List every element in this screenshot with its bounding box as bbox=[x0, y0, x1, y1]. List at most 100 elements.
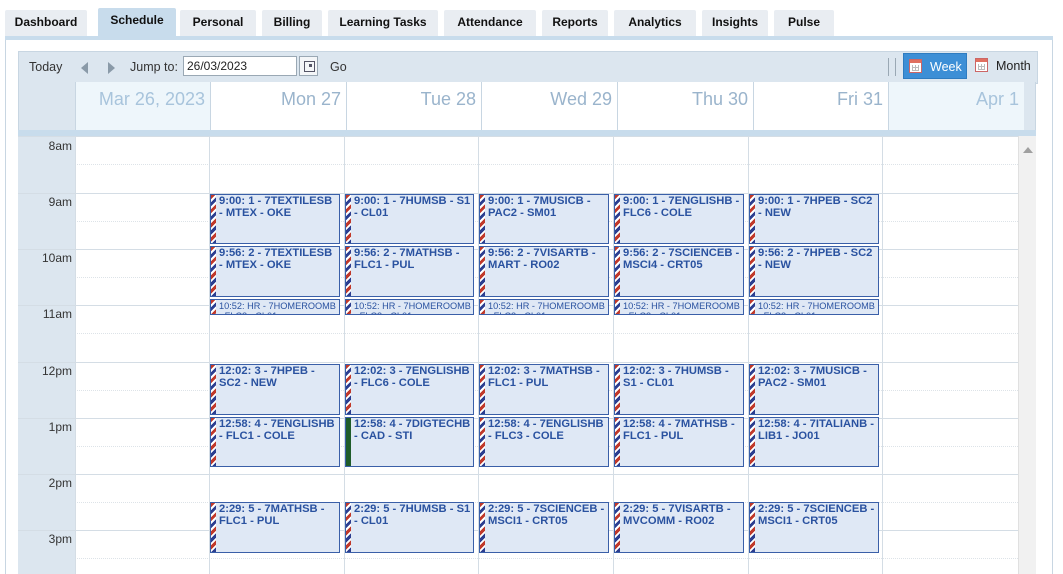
tab-schedule[interactable]: Schedule bbox=[98, 8, 176, 37]
tab-analytics[interactable]: Analytics bbox=[614, 10, 696, 36]
event-label: 2:29: 5 - 7SCIENCEB - MSCI1 - CRT05 bbox=[488, 503, 605, 527]
go-button[interactable]: Go bbox=[330, 52, 347, 83]
week-view-button[interactable]: Week bbox=[903, 53, 967, 79]
event-color-stripe bbox=[615, 418, 620, 466]
hour-line bbox=[18, 474, 1018, 475]
event-mon-period-4[interactable]: 12:58: 4 - 7ENGLISHB - FLC1 - COLE bbox=[210, 417, 340, 467]
event-fri-period-3[interactable]: 12:02: 3 - 7MUSICB - PAC2 - SM01 bbox=[749, 364, 879, 415]
event-tue-period-4[interactable]: 12:58: 4 - 7DIGTECHB - CAD - STI bbox=[345, 417, 474, 467]
event-label: 12:02: 3 - 7HPEB - SC2 - NEW bbox=[219, 365, 315, 389]
event-thu-period-5[interactable]: 2:29: 5 - 7VISARTB - MVCOMM - RO02 bbox=[614, 502, 744, 553]
event-mon-period-1[interactable]: 9:00: 1 - 7TEXTILESB - MTEX - OKE bbox=[210, 194, 340, 244]
event-wed-period-5[interactable]: 2:29: 5 - 7SCIENCEB - MSCI1 - CRT05 bbox=[479, 502, 609, 553]
event-tue-period-1[interactable]: 9:00: 1 - 7HUMSB - S1 - CL01 bbox=[345, 194, 474, 244]
event-label: 12:58: 4 - 7ENGLISHB - FLC1 - COLE bbox=[219, 418, 335, 442]
next-week-icon[interactable] bbox=[108, 62, 115, 74]
day-header-mon[interactable]: Mon 27 bbox=[210, 82, 346, 132]
event-label: 10:52: HR - 7HOMEROOMB - FLC3 - CL01 bbox=[354, 301, 471, 314]
event-label: 12:58: 4 - 7ENGLISHB - FLC3 - COLE bbox=[488, 418, 604, 442]
event-color-stripe bbox=[750, 195, 755, 243]
main-tab-bar: Dashboard Schedule Personal Billing Lear… bbox=[0, 0, 1063, 37]
event-wed-period-3[interactable]: 12:02: 3 - 7MATHSB - FLC1 - PUL bbox=[479, 364, 609, 415]
tab-personal[interactable]: Personal bbox=[180, 10, 256, 36]
event-thu-period-4[interactable]: 12:58: 4 - 7MATHSB - FLC1 - PUL bbox=[614, 417, 744, 467]
tab-insights[interactable]: Insights bbox=[702, 10, 768, 36]
event-label: 12:58: 4 - 7DIGTECHB - CAD - STI bbox=[354, 418, 471, 442]
month-view-label: Month bbox=[996, 59, 1031, 73]
event-label: 10:52: HR - 7HOMEROOMB - FLC3 - CL01 bbox=[623, 301, 740, 314]
day-header-thu[interactable]: Thu 30 bbox=[617, 82, 753, 132]
event-label: 2:29: 5 - 7VISARTB - MVCOMM - RO02 bbox=[623, 503, 731, 527]
event-thu-period-1[interactable]: 9:00: 1 - 7ENGLISHB - FLC6 - COLE bbox=[614, 194, 744, 244]
column-line bbox=[882, 136, 883, 574]
event-wed-period-2[interactable]: 9:56: 2 - 7VISARTB - MART - RO02 bbox=[479, 246, 609, 297]
jump-to-date-input[interactable] bbox=[183, 56, 297, 76]
event-label: 12:58: 4 - 7ITALIANB - LIB1 - JO01 bbox=[758, 418, 875, 442]
vertical-scrollbar[interactable] bbox=[1018, 136, 1036, 574]
time-label-3pm: 3pm bbox=[48, 532, 72, 546]
event-label: 9:56: 2 - 7TEXTILESB - MTEX - OKE bbox=[219, 247, 333, 271]
tab-reports[interactable]: Reports bbox=[542, 10, 608, 36]
month-view-button[interactable]: Month bbox=[970, 53, 1032, 79]
event-tue-homeroom[interactable]: 10:52: HR - 7HOMEROOMB - FLC3 - CL01 bbox=[345, 299, 474, 315]
event-tue-period-3[interactable]: 12:02: 3 - 7ENGLISHB - FLC6 - COLE bbox=[345, 364, 474, 415]
tab-dashboard[interactable]: Dashboard bbox=[5, 10, 87, 36]
day-header-tue[interactable]: Tue 28 bbox=[346, 82, 481, 132]
day-header-sat[interactable]: Apr 1 bbox=[888, 82, 1024, 132]
event-thu-period-2[interactable]: 9:56: 2 - 7SCIENCEB - MSCI4 - CRT05 bbox=[614, 246, 744, 297]
event-color-stripe bbox=[346, 300, 351, 314]
previous-week-icon[interactable] bbox=[81, 62, 88, 74]
time-label-2pm: 2pm bbox=[48, 476, 72, 490]
toolbar-separator bbox=[895, 58, 896, 76]
half-hour-line bbox=[75, 333, 1018, 334]
event-fri-period-2[interactable]: 9:56: 2 - 7HPEB - SC2 - NEW bbox=[749, 246, 879, 297]
date-picker-button[interactable] bbox=[299, 56, 318, 76]
event-wed-period-1[interactable]: 9:00: 1 - 7MUSICB - PAC2 - SM01 bbox=[479, 194, 609, 244]
event-mon-period-5[interactable]: 2:29: 5 - 7MATHSB - FLC1 - PUL bbox=[210, 502, 340, 553]
event-tue-period-2[interactable]: 9:56: 2 - 7MATHSB - FLC1 - PUL bbox=[345, 246, 474, 297]
event-label: 9:00: 1 - 7HPEB - SC2 - NEW bbox=[758, 195, 873, 219]
calendar-icon bbox=[304, 61, 315, 72]
event-color-stripe bbox=[346, 195, 351, 243]
event-label: 9:56: 2 - 7SCIENCEB - MSCI4 - CRT05 bbox=[623, 247, 740, 271]
event-color-stripe bbox=[346, 247, 351, 296]
event-color-stripe bbox=[211, 418, 216, 466]
today-button[interactable]: Today bbox=[29, 52, 62, 83]
tab-pulse[interactable]: Pulse bbox=[774, 10, 834, 36]
event-mon-period-2[interactable]: 9:56: 2 - 7TEXTILESB - MTEX - OKE bbox=[210, 246, 340, 297]
event-tue-period-5[interactable]: 2:29: 5 - 7HUMSB - S1 - CL01 bbox=[345, 502, 474, 553]
event-fri-period-1[interactable]: 9:00: 1 - 7HPEB - SC2 - NEW bbox=[749, 194, 879, 244]
event-wed-homeroom[interactable]: 10:52: HR - 7HOMEROOMB - FLC3 - CL01 bbox=[479, 299, 609, 315]
event-fri-period-5[interactable]: 2:29: 5 - 7SCIENCEB - MSCI1 - CRT05 bbox=[749, 502, 879, 553]
event-color-stripe bbox=[750, 365, 755, 414]
event-thu-homeroom[interactable]: 10:52: HR - 7HOMEROOMB - FLC3 - CL01 bbox=[614, 299, 744, 315]
event-label: 9:00: 1 - 7MUSICB - PAC2 - SM01 bbox=[488, 195, 591, 219]
event-color-stripe bbox=[750, 300, 755, 314]
event-thu-period-3[interactable]: 12:02: 3 - 7HUMSB - S1 - CL01 bbox=[614, 364, 744, 415]
day-header-sun[interactable]: Mar 26, 2023 bbox=[75, 82, 210, 132]
event-label: 10:52: HR - 7HOMEROOMB - FLC3 - CL01 bbox=[758, 301, 875, 314]
event-label: 9:56: 2 - 7VISARTB - MART - RO02 bbox=[488, 247, 596, 271]
event-color-stripe bbox=[750, 503, 755, 552]
scroll-up-icon[interactable] bbox=[1023, 147, 1033, 153]
event-wed-period-4[interactable]: 12:58: 4 - 7ENGLISHB - FLC3 - COLE bbox=[479, 417, 609, 467]
hour-line bbox=[18, 136, 1018, 137]
event-label: 9:56: 2 - 7MATHSB - FLC1 - PUL bbox=[354, 247, 460, 271]
event-label: 9:00: 1 - 7HUMSB - S1 - CL01 bbox=[354, 195, 471, 219]
half-hour-line bbox=[75, 558, 1018, 559]
tab-billing[interactable]: Billing bbox=[262, 10, 322, 36]
event-color-stripe bbox=[615, 365, 620, 414]
day-header-fri[interactable]: Fri 31 bbox=[753, 82, 888, 132]
event-mon-homeroom[interactable]: 10:52: HR - 7HOMEROOMB - FLC3 - CL01 bbox=[210, 299, 340, 315]
event-label: 9:56: 2 - 7HPEB - SC2 - NEW bbox=[758, 247, 873, 271]
tab-learning-tasks[interactable]: Learning Tasks bbox=[328, 10, 438, 36]
hour-line bbox=[18, 362, 1018, 363]
event-color-stripe bbox=[750, 418, 755, 466]
day-header-wed[interactable]: Wed 29 bbox=[481, 82, 617, 132]
event-label: 2:29: 5 - 7SCIENCEB - MSCI1 - CRT05 bbox=[758, 503, 875, 527]
event-mon-period-3[interactable]: 12:02: 3 - 7HPEB - SC2 - NEW bbox=[210, 364, 340, 415]
tab-attendance[interactable]: Attendance bbox=[444, 10, 536, 36]
week-view-label: Week bbox=[930, 60, 962, 74]
event-fri-period-4[interactable]: 12:58: 4 - 7ITALIANB - LIB1 - JO01 bbox=[749, 417, 879, 467]
event-fri-homeroom[interactable]: 10:52: HR - 7HOMEROOMB - FLC3 - CL01 bbox=[749, 299, 879, 315]
